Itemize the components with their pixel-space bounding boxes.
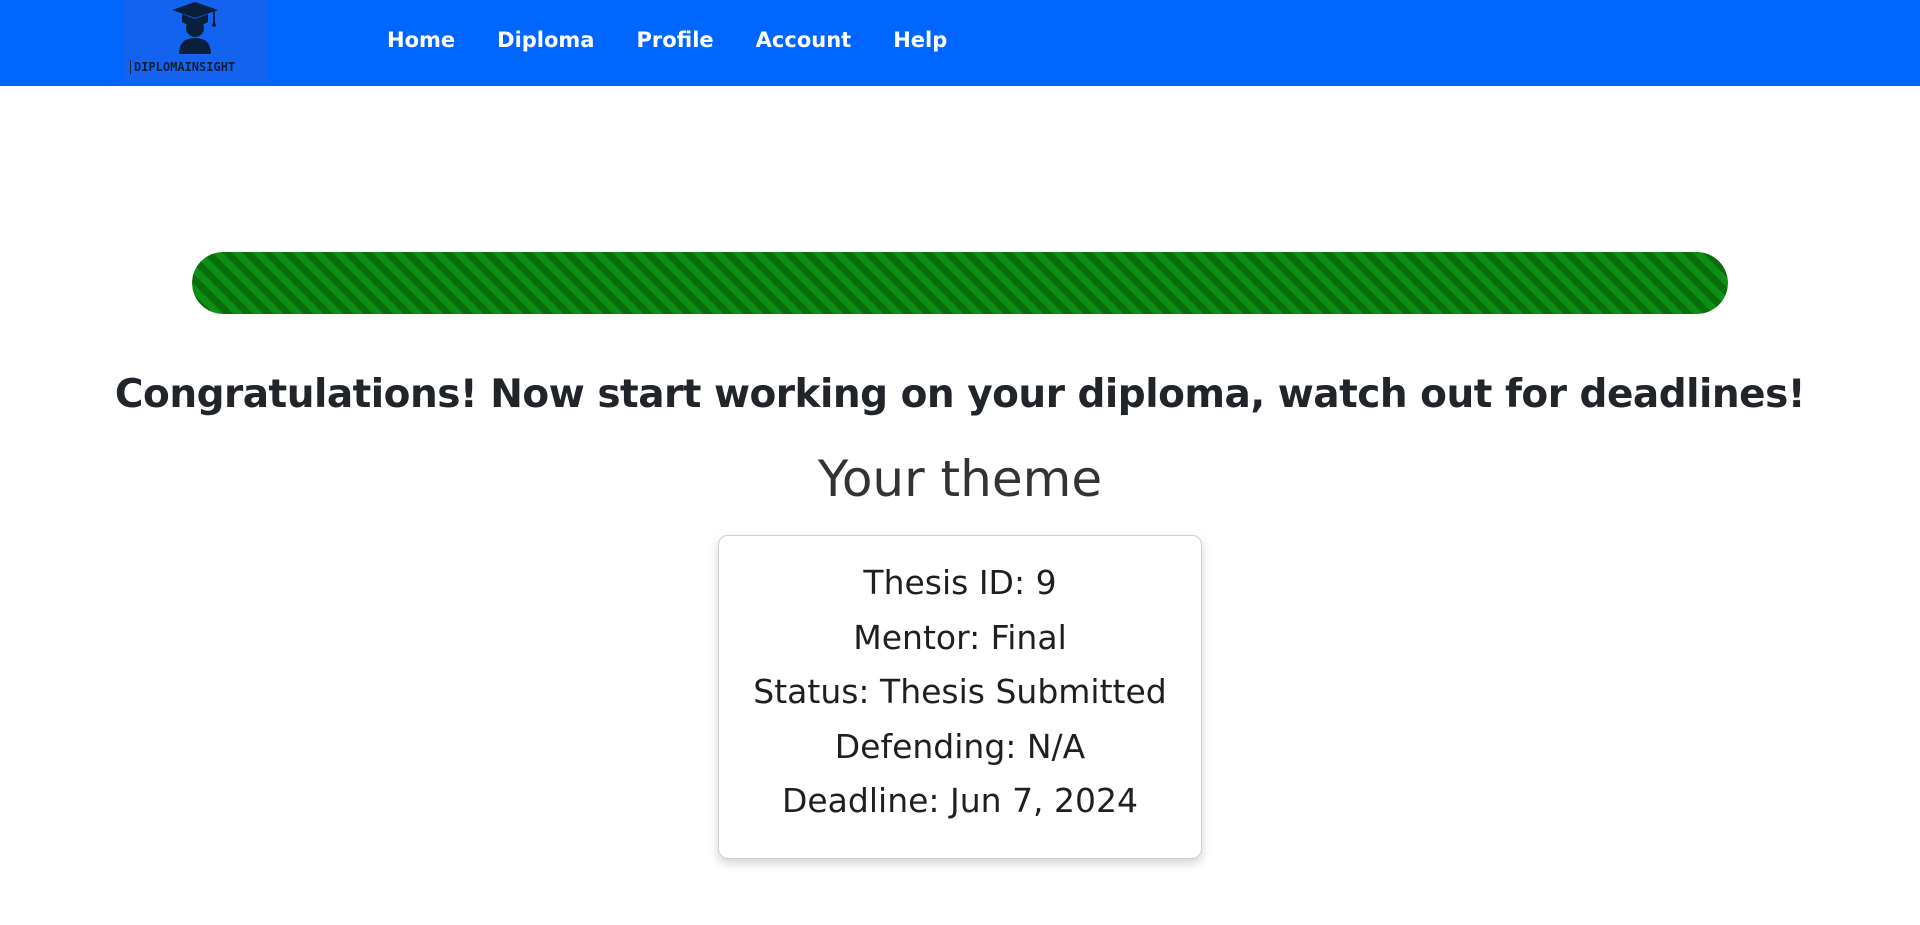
progress-fill <box>192 252 1728 314</box>
thesis-card: Thesis ID: 9 Mentor: Final Status: Thesi… <box>718 535 1202 859</box>
thesis-deadline: Deadline: Jun 7, 2024 <box>781 781 1139 820</box>
congratulations-heading: Congratulations! Now start working on yo… <box>114 372 1806 417</box>
brand-logo-link[interactable]: DIPLOMAINSIGHT <box>124 0 268 82</box>
thesis-status: Status: Thesis Submitted <box>753 672 1167 711</box>
thesis-mentor: Mentor: Final <box>853 617 1067 657</box>
brand-name: DIPLOMAINSIGHT <box>130 60 235 74</box>
nav-link-home[interactable]: Home <box>387 28 455 52</box>
thesis-defending: Defending: N/A <box>834 726 1086 766</box>
diploma-progress-bar <box>192 252 1728 314</box>
nav-link-diploma[interactable]: Diploma <box>497 28 594 52</box>
nav-menu: Home Diploma Profile Account Help <box>387 0 989 80</box>
graduate-cap-icon <box>172 2 218 54</box>
your-theme-heading: Your theme <box>817 450 1103 508</box>
top-navbar: DIPLOMAINSIGHT Home Diploma Profile Acco… <box>0 0 1920 86</box>
nav-link-profile[interactable]: Profile <box>636 28 713 52</box>
thesis-id: Thesis ID: 9 <box>863 563 1057 602</box>
nav-link-account[interactable]: Account <box>756 28 852 52</box>
nav-link-help[interactable]: Help <box>893 28 947 52</box>
